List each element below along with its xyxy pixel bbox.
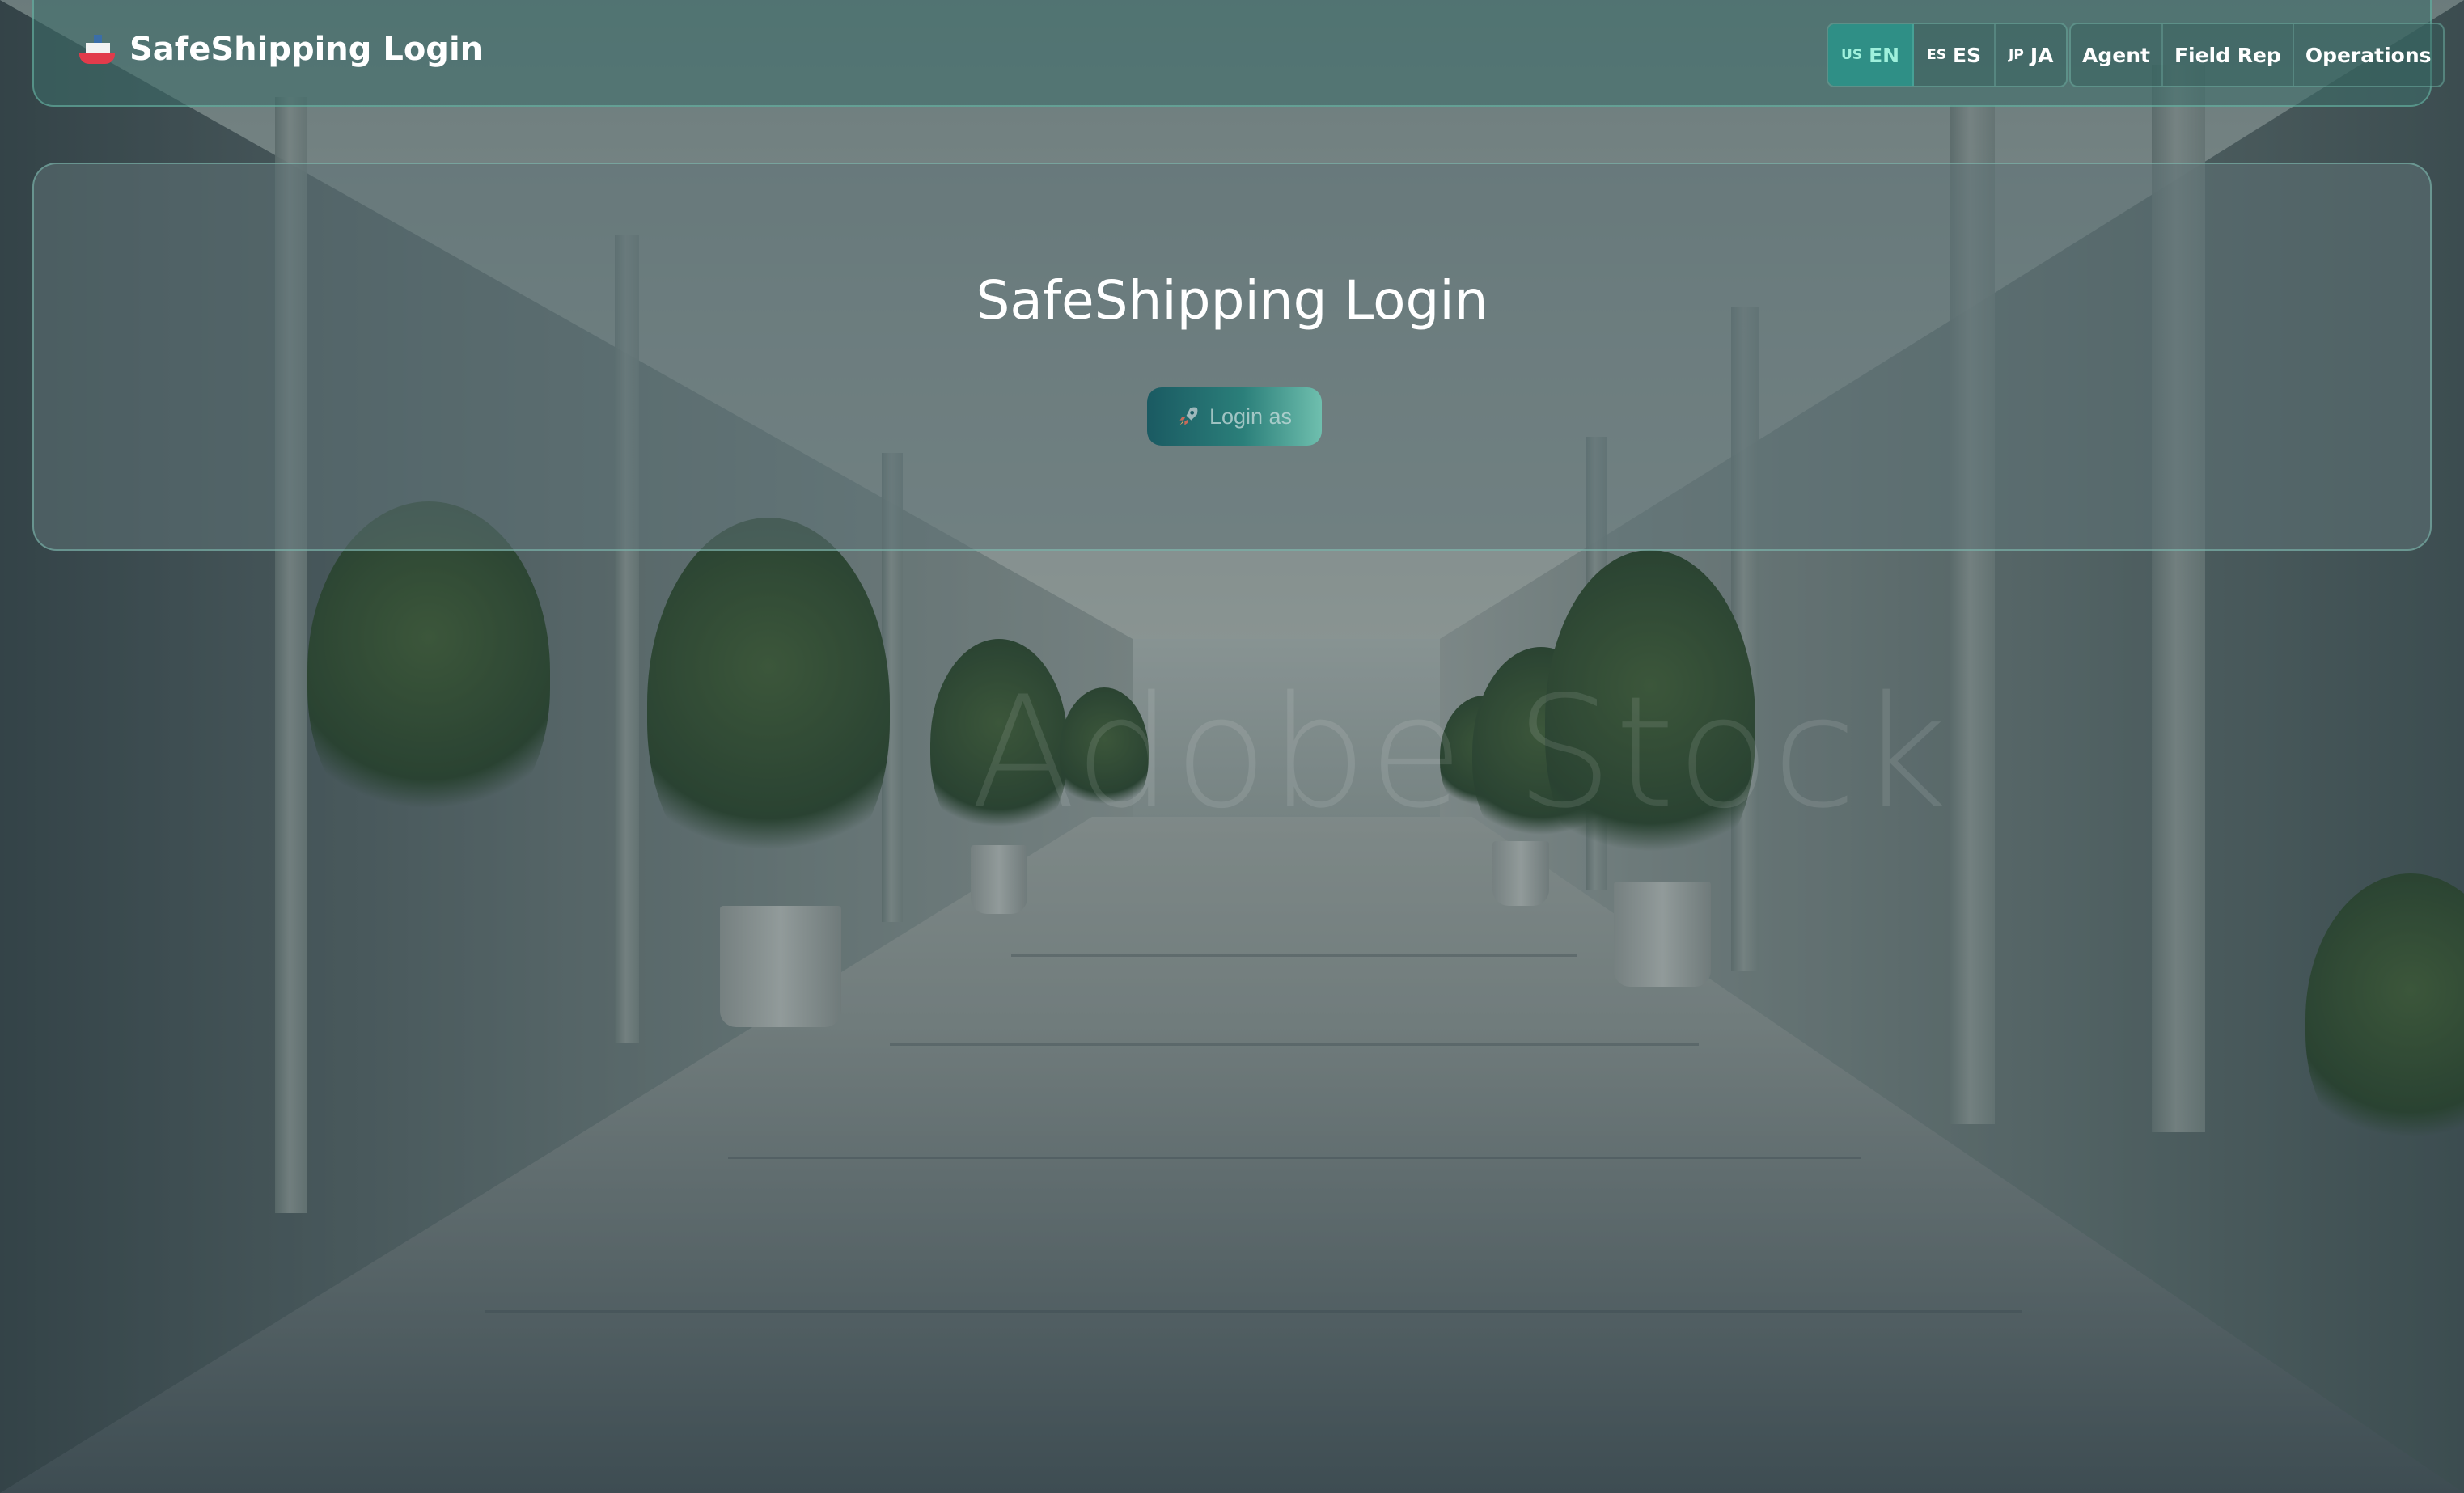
flag-es-icon: ES <box>1927 47 1946 63</box>
login-as-button[interactable]: Login as <box>1147 387 1322 446</box>
flag-us-icon: US <box>1841 47 1863 63</box>
login-button-label: Login as <box>1209 404 1293 429</box>
app-title: SafeShipping Login <box>129 31 484 68</box>
language-button-en[interactable]: US EN <box>1828 24 1915 86</box>
language-label: EN <box>1869 43 1900 67</box>
top-navbar: SafeShipping Login US EN ES ES JP JA Age… <box>32 0 2445 107</box>
role-switcher: Agent Field Rep Operations <box>2069 23 2445 87</box>
role-button-field-rep[interactable]: Field Rep <box>2163 24 2294 86</box>
cruise-ship-icon <box>79 33 115 66</box>
role-button-operations[interactable]: Operations <box>2294 24 2443 86</box>
rocket-icon <box>1177 405 1200 428</box>
brand[interactable]: SafeShipping Login <box>79 31 483 68</box>
flag-jp-icon: JP <box>2009 47 2024 63</box>
login-card: SafeShipping Login Login as <box>32 163 2432 551</box>
language-switcher: US EN ES ES JP JA <box>1827 23 2068 87</box>
role-button-agent[interactable]: Agent <box>2071 24 2163 86</box>
watermark-text: Adobe Stock <box>971 663 1950 842</box>
language-button-es[interactable]: ES ES <box>1914 24 1996 86</box>
language-label: ES <box>1952 43 1982 67</box>
page-title: SafeShipping Login <box>976 269 1488 332</box>
language-button-ja[interactable]: JP JA <box>1996 24 2066 86</box>
language-label: JA <box>2030 43 2054 67</box>
